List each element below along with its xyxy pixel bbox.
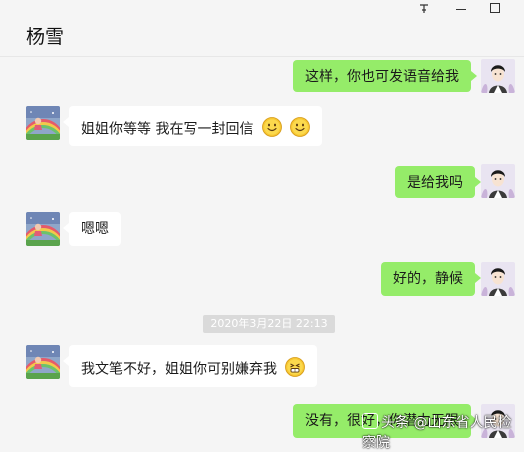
message-text: 我文笔不好，姐姐你可别嫌弃我 [81, 361, 277, 378]
message-bubble-incoming[interactable]: 嗯嗯 [63, 212, 121, 246]
chat-title: 杨雪 [26, 26, 65, 48]
message-text: 好的，静候 [393, 271, 463, 287]
self-avatar[interactable] [481, 59, 515, 93]
minimize-icon[interactable] [452, 2, 470, 16]
message-timestamp: 2020年3月22日 22:13 [203, 315, 335, 333]
message-bubble-incoming[interactable]: 我文笔不好，姐姐你可别嫌弃我 [62, 345, 318, 387]
message-list[interactable]: 这样，你也可发语音给我 姐姐你等等 我在写一封回信 是给我吗 嗯嗯 好的，静候 … [0, 57, 524, 444]
pin-icon[interactable] [415, 2, 433, 16]
title-bar: 杨雪 [0, 0, 524, 57]
smile-emoji-icon [290, 116, 311, 142]
message-text: 是给我吗 [407, 175, 463, 191]
message-bubble-incoming[interactable]: 姐姐你等等 我在写一封回信 [62, 106, 323, 146]
grimace-emoji-icon [285, 356, 306, 382]
message-bubble-outgoing[interactable]: 好的，静候 [381, 262, 481, 296]
contact-avatar[interactable] [26, 345, 60, 379]
message-bubble-outgoing[interactable]: 这样，你也可发语音给我 [293, 60, 477, 92]
contact-avatar[interactable] [26, 106, 60, 140]
smile-emoji-icon [261, 116, 283, 142]
toutiao-logo-icon [362, 413, 378, 429]
self-avatar[interactable] [481, 262, 515, 296]
message-text: 嗯嗯 [81, 221, 109, 237]
watermark: 头条 @山东省人民检察院 [362, 413, 512, 451]
contact-avatar[interactable] [26, 212, 60, 246]
message-bubble-outgoing[interactable]: 是给我吗 [395, 166, 481, 198]
maximize-icon[interactable] [486, 2, 504, 16]
message-text: 这样，你也可发语音给我 [305, 69, 459, 85]
message-text: 姐姐你等等 我在写一封回信 [81, 121, 254, 138]
self-avatar[interactable] [481, 164, 515, 198]
